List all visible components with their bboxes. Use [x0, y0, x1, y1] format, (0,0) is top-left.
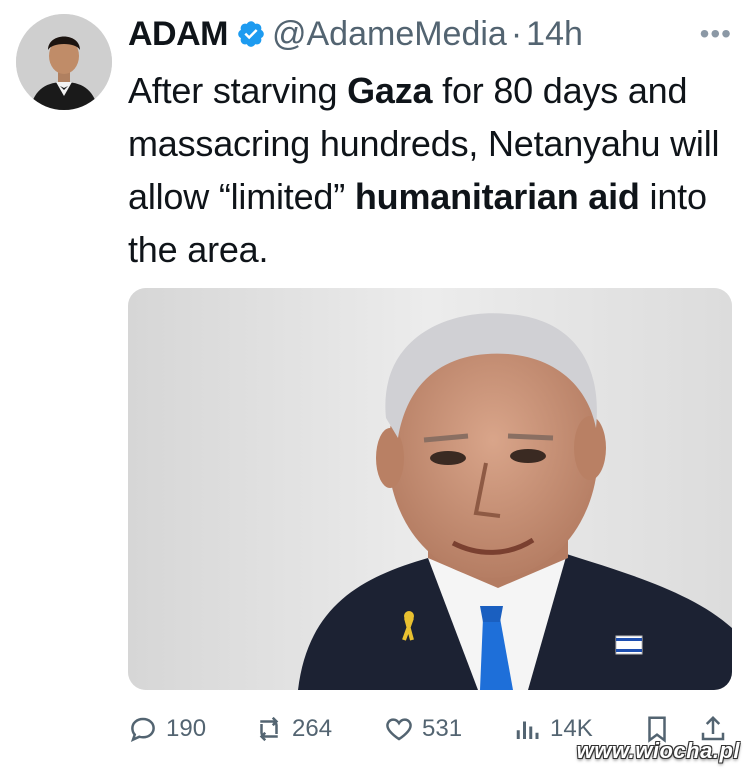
verified-badge-icon: [238, 21, 264, 47]
avatar[interactable]: [16, 14, 112, 110]
heart-icon: [386, 718, 412, 741]
avatar-image: [16, 14, 112, 110]
watermark-text: www.wiocha.pl: [576, 738, 740, 763]
tweet-header: ADAM @AdameMedia · 14h •••: [128, 12, 732, 56]
like-button[interactable]: 531: [384, 714, 462, 744]
repost-icon: [259, 716, 279, 742]
repost-button[interactable]: 264: [254, 714, 332, 744]
tweet-text-bold-humanitarian-aid: humanitarian aid: [354, 176, 640, 217]
tweet-text-bold-gaza: Gaza: [347, 70, 433, 111]
repost-count: 264: [292, 715, 333, 742]
tweet-media-photo[interactable]: [128, 288, 732, 690]
views-icon: [516, 721, 539, 739]
separator-dot: ·: [510, 14, 523, 53]
reply-button[interactable]: 190: [128, 714, 206, 744]
timestamp[interactable]: 14h: [526, 15, 583, 54]
display-name[interactable]: ADAM: [128, 15, 228, 54]
photo-image: [128, 288, 732, 690]
reply-icon: [130, 717, 155, 742]
reply-count: 190: [166, 715, 207, 742]
like-count: 531: [422, 715, 463, 742]
more-icon[interactable]: •••: [700, 18, 732, 50]
tweet-text-seg1: After starving: [128, 70, 348, 111]
tweet-text: After starving Gaza for 80 days and mass…: [128, 64, 728, 276]
user-handle[interactable]: @AdameMedia: [272, 15, 507, 54]
